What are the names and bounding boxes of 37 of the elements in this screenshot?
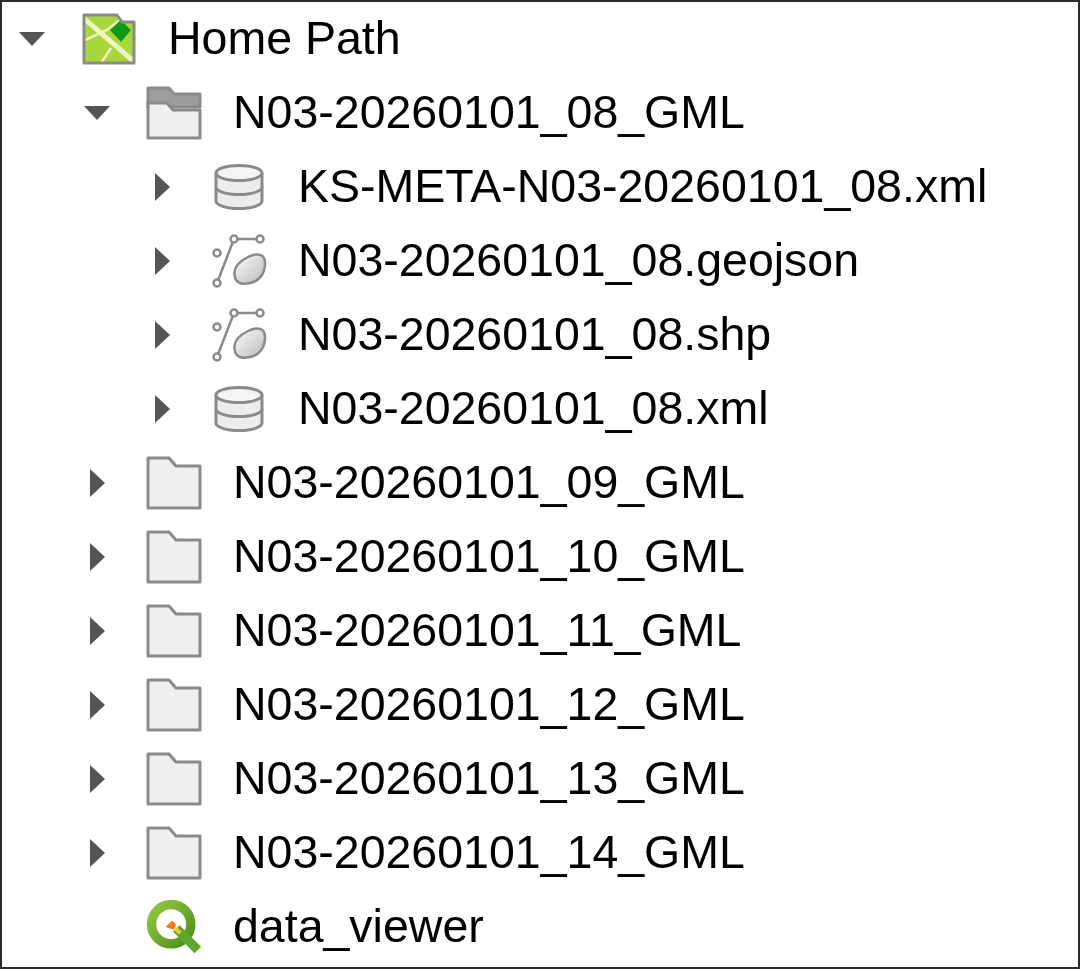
tree-item[interactable]: N03-20260101_09_GML [233,456,745,510]
tree-item[interactable]: N03-20260101_10_GML [233,530,745,584]
expand-arrow-icon[interactable] [154,395,170,423]
expand-arrow-icon[interactable] [154,173,170,201]
tree-item[interactable]: data_viewer [233,900,484,954]
collapse-arrow-icon[interactable] [84,106,110,120]
collapse-arrow-icon[interactable] [19,32,45,46]
tree-item[interactable]: N03-20260101_11_GML [233,604,742,658]
expand-arrow-icon[interactable] [89,543,105,571]
folder-icon [145,751,203,807]
tree-item[interactable]: N03-20260101_08.shp [298,308,772,362]
tree-item[interactable]: KS-META-N03-20260101_08.xml [298,160,988,214]
expand-arrow-icon[interactable] [89,765,105,793]
tree-item[interactable]: Home Path [168,12,401,66]
vector-icon [210,305,268,365]
folder-icon [145,825,203,881]
expand-arrow-icon[interactable] [89,691,105,719]
expand-arrow-icon[interactable] [89,617,105,645]
tree-item[interactable]: N03-20260101_13_GML [233,752,745,806]
folder-icon [145,529,203,585]
folder-icon [145,677,203,733]
expand-arrow-icon[interactable] [89,469,105,497]
tree-item[interactable]: N03-20260101_08.xml [298,382,769,436]
database-icon [212,385,266,433]
expand-arrow-icon[interactable] [154,321,170,349]
vector-icon [210,231,268,291]
open-folder-icon [145,85,203,141]
tree-item[interactable]: N03-20260101_08.geojson [298,234,860,288]
map-folder-icon [81,12,137,66]
folder-icon [145,603,203,659]
expand-arrow-icon[interactable] [89,839,105,867]
database-icon [212,163,266,211]
expand-arrow-icon[interactable] [154,247,170,275]
tree-item[interactable]: N03-20260101_14_GML [233,826,745,880]
tree-item[interactable]: N03-20260101_12_GML [233,678,745,732]
tree-item[interactable]: N03-20260101_08_GML [233,86,745,140]
folder-icon [145,455,203,511]
